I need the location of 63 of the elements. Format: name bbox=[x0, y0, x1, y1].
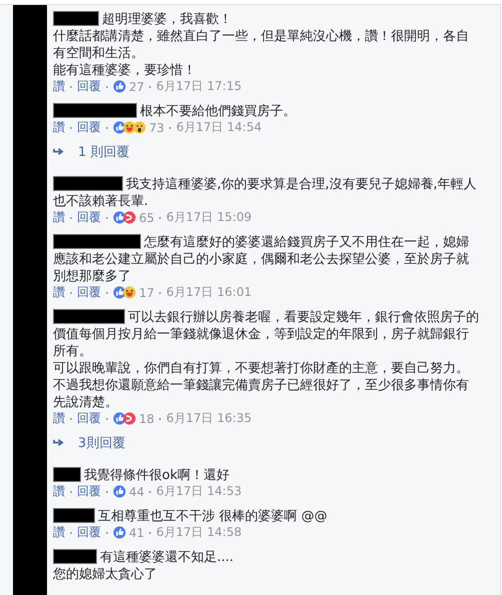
comment-text: 價值每個月按月給一筆錢就像退休金，等到設定的年限到，房子就歸銀行 bbox=[53, 326, 469, 342]
like-reaction-icon bbox=[113, 526, 126, 539]
like-reaction-icon bbox=[113, 485, 126, 498]
reaction-count: 17 bbox=[139, 286, 154, 300]
name-redaction bbox=[53, 176, 123, 191]
reply-arrow-icon bbox=[53, 148, 64, 156]
like-link[interactable]: 讚 bbox=[53, 524, 65, 541]
name-redaction bbox=[53, 309, 125, 324]
reply-link[interactable]: 回覆 bbox=[77, 410, 101, 427]
reply-arrow-icon bbox=[53, 438, 64, 448]
like-link[interactable]: 讚 bbox=[53, 119, 65, 136]
like-link[interactable]: 讚 bbox=[53, 483, 65, 500]
reply-link[interactable]: 回覆 bbox=[77, 209, 101, 226]
comment-text: 根本不要給他們錢買房子。 bbox=[140, 102, 296, 120]
name-redaction bbox=[53, 467, 81, 482]
reply-link[interactable]: 回覆 bbox=[77, 78, 101, 95]
reaction-count: 73 bbox=[149, 120, 164, 134]
comment-text: 超明理婆婆，我喜歡！ bbox=[102, 10, 232, 28]
replies-link[interactable]: 1 則回覆 bbox=[53, 143, 130, 161]
timestamp: 6月17日 16:35 bbox=[166, 410, 252, 427]
replies-link[interactable]: 3則回覆 bbox=[53, 434, 126, 452]
haha-reaction-icon bbox=[123, 286, 136, 299]
timestamp: 6月17日 14:54 bbox=[176, 119, 262, 136]
comment-text: 您的媳婦太貪心了 bbox=[53, 566, 157, 582]
like-link[interactable]: 讚 bbox=[53, 284, 65, 301]
comment-text: 有這種婆婆還不知足.... bbox=[100, 548, 234, 566]
reaction-count: 44 bbox=[129, 484, 144, 498]
reply-link[interactable]: 回覆 bbox=[77, 524, 101, 541]
timestamp: 6月17日 16:01 bbox=[166, 284, 252, 301]
reaction-count: 65 bbox=[139, 210, 154, 224]
comment-text: 我覺得條件很ok啊！還好 bbox=[84, 466, 230, 484]
comment-text: 不過我想你還願意給一筆錢讓完備賣房子已經很好了，至少很多事情你有 bbox=[53, 376, 469, 394]
reply-link[interactable]: 回覆 bbox=[77, 119, 101, 136]
wow-reaction-icon bbox=[133, 121, 146, 134]
comment-text: 也不該賴著長輩. bbox=[53, 192, 148, 210]
comment-text: 別想那麼多了 bbox=[53, 268, 131, 284]
comment-text: 可以跟晚輩說，你們自有打算，不要想著打你財產的主意，要自己努力。 bbox=[53, 360, 469, 376]
comment-text: 應該和老公建立屬於自己的小家庭，偶爾和老公去探望公婆，至於房子就 bbox=[53, 250, 469, 268]
reaction-count: 27 bbox=[129, 80, 144, 94]
comment-text: 什麼話都講清楚，雖然直白了一些，但是單純沒心機，讚！很開明，各自 bbox=[53, 28, 469, 44]
comment-text: 我支持這種婆婆,你的要求算是合理,沒有要兒子媳婦養,年輕人 bbox=[126, 176, 476, 192]
reaction-count: 41 bbox=[129, 526, 144, 540]
comment-text: 所有。 bbox=[53, 342, 92, 360]
timestamp: 6月17日 15:09 bbox=[166, 209, 252, 226]
like-reaction-icon bbox=[113, 80, 126, 93]
name-redaction bbox=[53, 11, 99, 26]
comment-text: 可以去銀行辦以房養老喔，看要設定幾年，銀行會依照房子的 bbox=[128, 308, 479, 326]
reply-link[interactable]: 回覆 bbox=[77, 284, 101, 301]
like-link[interactable]: 讚 bbox=[53, 78, 65, 95]
timestamp: 6月17日 14:53 bbox=[156, 483, 242, 500]
name-redaction bbox=[53, 549, 97, 564]
comment-text: 怎麼有這麼好的婆婆還給錢買房子又不用住在一起，媳婦 bbox=[144, 234, 469, 250]
timestamp: 6月17日 14:58 bbox=[156, 524, 242, 541]
reaction-count: 18 bbox=[139, 412, 154, 426]
comment-text: 先說清楚。 bbox=[53, 394, 118, 410]
name-redaction bbox=[53, 508, 95, 523]
like-link[interactable]: 讚 bbox=[53, 410, 65, 427]
reply-link[interactable]: 回覆 bbox=[77, 483, 101, 500]
comment-text: 互相尊重也互不干涉 很棒的婆婆啊 @@ bbox=[98, 508, 328, 524]
timestamp: 6月17日 17:15 bbox=[156, 78, 242, 95]
comment-text: 能有這種婆婆，要珍惜！ bbox=[53, 62, 196, 78]
like-link[interactable]: 讚 bbox=[53, 209, 65, 226]
comment-text: 有空間和生活。 bbox=[53, 44, 144, 62]
